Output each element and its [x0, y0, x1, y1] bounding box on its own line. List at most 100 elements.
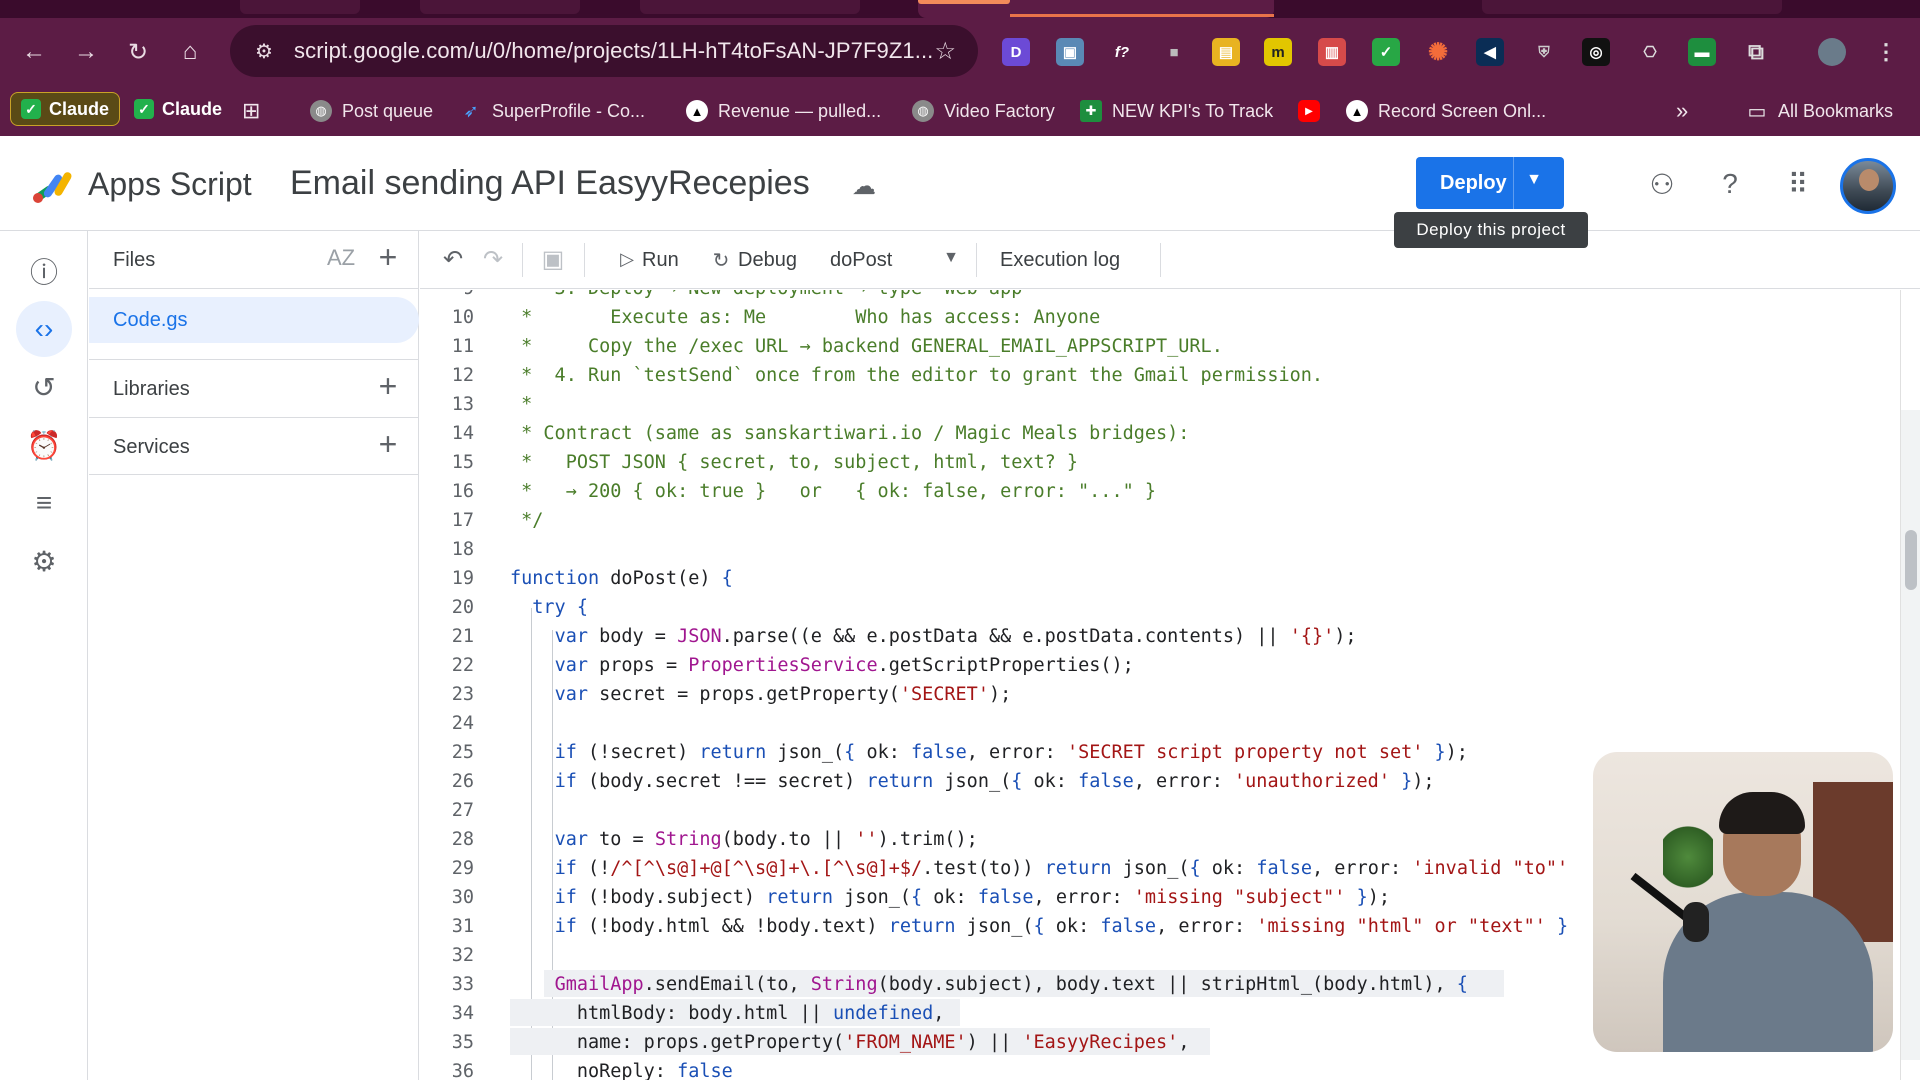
execution-log-button[interactable]: Execution log [1000, 249, 1120, 272]
line-number: 11 [451, 336, 474, 357]
sort-az-icon[interactable]: AZ [327, 245, 355, 271]
site-settings-icon[interactable]: ⚙ [244, 39, 284, 64]
files-title: Files [113, 249, 156, 271]
bookmark-youtube[interactable]: ▶ [1298, 96, 1330, 126]
address-bar[interactable]: ⚙ script.google.com/u/0/home/projects/1L… [230, 25, 978, 77]
debug-icon[interactable]: ↻ [706, 248, 736, 278]
caret-down-icon[interactable]: ▼ [1526, 171, 1542, 189]
file-item-code-gs[interactable]: Code.gs [89, 297, 419, 343]
function-select[interactable]: doPost [830, 249, 892, 272]
code-line: 14 * Contract (same as sanskartiwari.io … [420, 419, 1900, 448]
webcam-overlay [1593, 752, 1893, 1052]
line-number: 36 [451, 1061, 474, 1080]
google-apps-icon[interactable]: ⠿ [1780, 166, 1816, 202]
tab-background[interactable] [1482, 0, 1782, 14]
extension-icon[interactable]: ✓ [1372, 38, 1400, 66]
bookmark-post-queue[interactable]: ◍ Post queue [310, 96, 433, 126]
line-number: 9 [420, 290, 474, 303]
tab-background[interactable] [420, 0, 580, 14]
forward-icon[interactable]: → [66, 32, 106, 72]
bookmark-claude-1[interactable]: ✓ Claude [10, 92, 121, 126]
bookmark-record-screen[interactable]: ▲ Record Screen Onl... [1346, 96, 1546, 126]
debug-button[interactable]: Debug [738, 249, 797, 272]
extension-icon[interactable]: ▥ [1318, 38, 1346, 66]
add-library-icon[interactable]: + [373, 370, 403, 402]
reload-icon[interactable]: ↻ [118, 32, 158, 72]
app-name[interactable]: Apps Script [88, 166, 252, 203]
back-icon[interactable]: ← [14, 32, 54, 72]
code-line: 36 noReply: false [420, 1057, 1900, 1080]
shield-icon[interactable]: ⛨ [1530, 38, 1558, 66]
profile-avatar[interactable] [1818, 38, 1846, 66]
presenter-hair [1719, 792, 1805, 834]
extension-icon[interactable]: f? [1108, 38, 1136, 66]
code-line: 10 * Execute as: Me Who has access: Anyo… [420, 303, 1900, 332]
save-icon[interactable]: ▣ [538, 245, 568, 275]
extension-icon[interactable]: ✺ [1424, 38, 1452, 66]
extension-icon[interactable]: m [1264, 38, 1292, 66]
run-play-icon[interactable]: ▷ [612, 249, 642, 279]
bookmark-kpis[interactable]: ✚ NEW KPI's To Track [1080, 96, 1273, 126]
line-number: 35 [451, 1032, 474, 1053]
services-row[interactable]: Services + [89, 417, 419, 475]
run-button[interactable]: Run [642, 249, 679, 272]
extension-icon[interactable]: ▬ [1688, 38, 1716, 66]
history-icon[interactable]: ↺ [16, 359, 72, 415]
line-number: 30 [451, 887, 474, 908]
tab-loading-line [1010, 14, 1274, 17]
add-service-icon[interactable]: + [373, 428, 403, 460]
tab-background[interactable] [240, 0, 360, 14]
editor-code-icon[interactable]: ‹› [16, 301, 72, 357]
undo-icon[interactable]: ↶ [438, 245, 468, 275]
extension-icon[interactable]: ⎔ [1636, 38, 1664, 66]
bookmark-label: NEW KPI's To Track [1112, 100, 1274, 121]
account-avatar[interactable] [1840, 158, 1896, 214]
menu-kebab-icon[interactable]: ⋮ [1872, 38, 1900, 66]
bookmark-video-factory[interactable]: ◍ Video Factory [912, 96, 1055, 126]
code-line: 20 try { [420, 593, 1900, 622]
overview-info-icon[interactable]: ⓘ [16, 243, 72, 299]
extension-icon[interactable]: ◀ [1476, 38, 1504, 66]
project-title[interactable]: Email sending API EasyyRecepies [290, 164, 810, 203]
help-icon[interactable]: ? [1712, 166, 1748, 202]
settings-gear-icon[interactable]: ⚙ [16, 533, 72, 589]
bookmark-superprofile[interactable]: ➶ SuperProfile - Co... [460, 96, 645, 126]
more-bookmarks-button[interactable]: » [1676, 96, 1688, 126]
triggers-alarm-icon[interactable]: ⏰ [16, 417, 72, 473]
check-icon: ✓ [21, 99, 41, 119]
scrollbar-track[interactable] [1901, 410, 1920, 1060]
share-add-person-icon[interactable]: ⚇ [1644, 166, 1680, 202]
apps-script-logo[interactable] [30, 166, 78, 206]
all-bookmarks-button[interactable]: ▭ All Bookmarks [1746, 96, 1893, 126]
redo-icon[interactable]: ↷ [478, 245, 508, 275]
apps-grid-icon[interactable]: ⊞ [242, 96, 260, 126]
editor-scrollbar[interactable] [1900, 290, 1920, 1080]
line-number: 16 [451, 481, 474, 502]
bookmark-star-icon[interactable]: ☆ [934, 37, 956, 66]
vercel-icon: ▲ [686, 100, 708, 122]
chevron-down-icon[interactable]: ▼ [936, 249, 966, 279]
extension-icon[interactable]: ◎ [1582, 38, 1610, 66]
scrollbar-thumb[interactable] [1905, 530, 1917, 590]
vercel-icon: ▲ [1346, 100, 1368, 122]
home-icon[interactable]: ⌂ [170, 32, 210, 72]
extension-icon[interactable]: ▣ [1056, 38, 1084, 66]
bookmark-revenue[interactable]: ▲ Revenue — pulled... [686, 96, 881, 126]
url-text[interactable]: script.google.com/u/0/home/projects/1LH-… [294, 38, 933, 64]
line-number: 26 [451, 771, 474, 792]
extension-icon[interactable]: D [1002, 38, 1030, 66]
tab-strip [0, 0, 1920, 18]
extension-icon[interactable]: ■ [1160, 38, 1188, 66]
tab-background[interactable] [640, 0, 860, 14]
code-line: 12 * 4. Run `testSend` once from the edi… [420, 361, 1900, 390]
deploy-button[interactable]: Deploy ▼ [1416, 157, 1564, 209]
line-number: 13 [451, 394, 474, 415]
extension-icon[interactable]: ▤ [1212, 38, 1240, 66]
bookmark-claude-2[interactable]: ✓ Claude [124, 92, 232, 126]
add-file-icon[interactable]: + [373, 241, 403, 273]
extensions-puzzle-icon[interactable]: ⧉ [1742, 38, 1770, 66]
line-number: 34 [451, 1003, 474, 1024]
executions-icon[interactable]: ≡ [16, 475, 72, 531]
libraries-row[interactable]: Libraries + [89, 359, 419, 417]
line-number: 33 [451, 974, 474, 995]
